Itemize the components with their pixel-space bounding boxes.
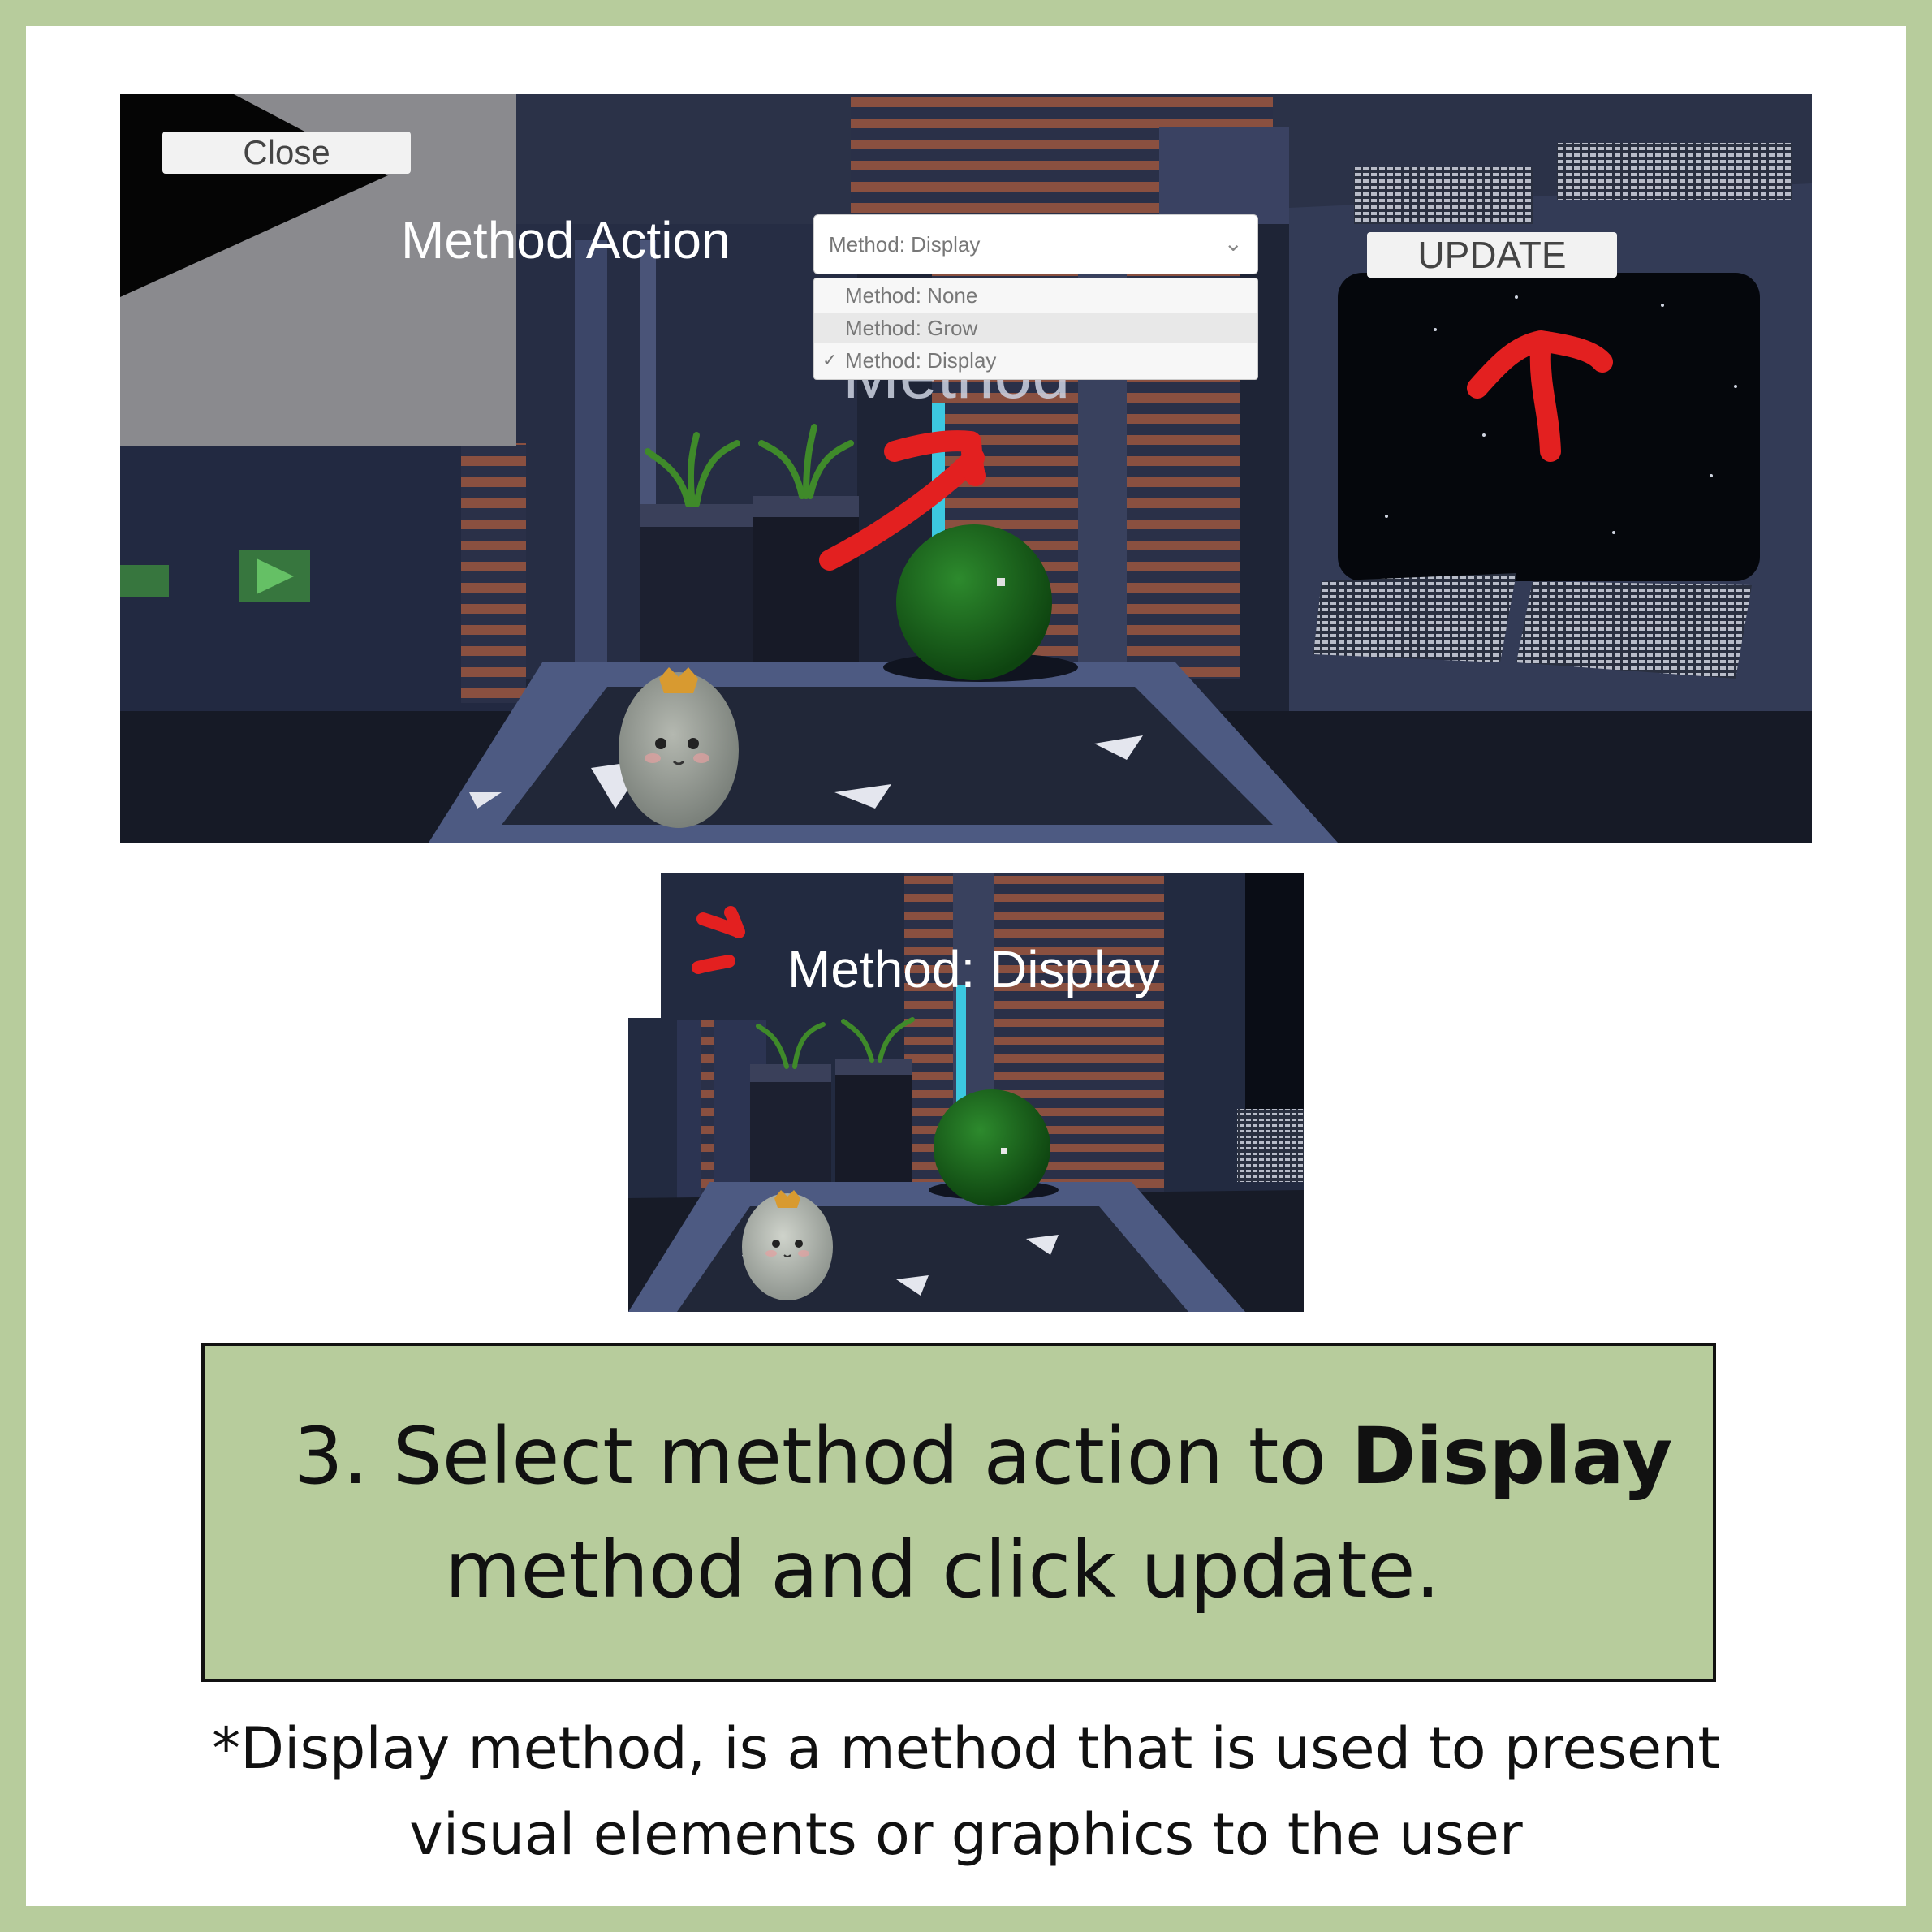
tutorial-card: Close Method Action Method Method: Displ… bbox=[26, 26, 1906, 1906]
arrow-to-update-shaft bbox=[1529, 342, 1561, 462]
arrow-to-dropdown-head bbox=[884, 430, 986, 486]
game-screenshot-top: Close Method Action Method Method: Displ… bbox=[120, 94, 1812, 843]
instruction-line-1: 3. Select method action to Display bbox=[293, 1411, 1673, 1502]
instruction-bold-display: Display bbox=[1351, 1411, 1673, 1502]
instruction-box: 3. Select method action to Display metho… bbox=[201, 1343, 1716, 1682]
footnote-line-1: *Display method, is a method that is use… bbox=[212, 1715, 1720, 1782]
red-arrow-annotations bbox=[819, 330, 1613, 571]
red-emphasis-marks bbox=[692, 906, 745, 974]
footnote-line-2: visual elements or graphics to the user bbox=[409, 1801, 1523, 1868]
instruction-line-2: method and click update. bbox=[444, 1524, 1441, 1615]
game-screenshot-bottom: Method: Display bbox=[628, 873, 1304, 1312]
arrow-to-dropdown-shaft bbox=[819, 447, 985, 571]
